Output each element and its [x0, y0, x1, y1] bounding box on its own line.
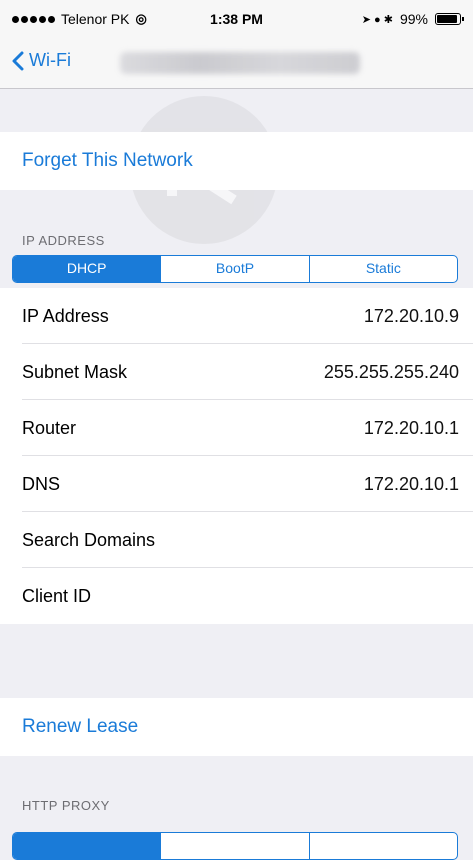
row-value: 255.255.255.240 — [323, 362, 459, 382]
ip-mode-segmented-control[interactable]: DHCP BootP Static — [12, 255, 458, 283]
section-header-http-proxy: HTTP PROXY — [22, 798, 110, 813]
navigation-bar: Wi-Fi — [0, 42, 473, 89]
chevron-left-icon — [12, 51, 24, 70]
section-header-ip-address: IP ADDRESS — [22, 233, 105, 248]
forget-network-cell[interactable]: Forget This Network — [0, 132, 473, 190]
segment-bootp[interactable]: BootP — [160, 256, 308, 282]
battery-percentage: 99% — [399, 11, 428, 27]
table-row: DNS 172.20.10.1 — [0, 456, 473, 512]
location-alarm-bluetooth-icons: ➤ ● ✱ — [361, 13, 393, 26]
row-label: Client ID — [22, 586, 92, 606]
table-row[interactable]: Client ID — [0, 568, 473, 624]
network-name-blurred — [120, 52, 360, 74]
segment-proxy-off[interactable] — [13, 833, 161, 859]
row-value: 172.20.10.1 — [363, 474, 459, 494]
row-value: 172.20.10.1 — [363, 418, 459, 438]
ip-settings-table: IP Address 172.20.10.9 Subnet Mask 255.2… — [0, 288, 473, 624]
back-label: Wi-Fi — [29, 50, 71, 70]
row-label: DNS — [22, 474, 61, 494]
renew-lease-cell[interactable]: Renew Lease — [0, 698, 473, 756]
table-row: Subnet Mask 255.255.255.240 — [0, 344, 473, 400]
row-label: Router — [22, 418, 77, 438]
battery-fill — [437, 15, 457, 23]
back-button[interactable]: Wi-Fi — [12, 50, 71, 71]
row-label: Subnet Mask — [22, 362, 128, 382]
segment-dhcp[interactable]: DHCP — [13, 256, 161, 282]
table-row: Router 172.20.10.1 — [0, 400, 473, 456]
status-right: ➤ ● ✱ 99% — [361, 11, 464, 27]
battery-icon — [435, 13, 464, 25]
http-proxy-segmented-control[interactable] — [12, 832, 458, 860]
row-value: 172.20.10.9 — [363, 306, 459, 326]
forget-network-button[interactable]: Forget This Network — [0, 132, 473, 190]
table-row[interactable]: Search Domains — [0, 512, 473, 568]
segment-static[interactable]: Static — [308, 256, 457, 282]
row-label: Search Domains — [22, 530, 156, 550]
renew-lease-button[interactable]: Renew Lease — [0, 698, 473, 756]
segment-proxy-auto[interactable] — [308, 833, 457, 859]
segment-proxy-manual[interactable] — [160, 833, 308, 859]
row-label: IP Address — [22, 306, 109, 326]
status-bar: Telenor PK ◎ 1:38 PM ➤ ● ✱ 99% — [0, 0, 473, 42]
table-row: IP Address 172.20.10.9 — [0, 288, 473, 344]
